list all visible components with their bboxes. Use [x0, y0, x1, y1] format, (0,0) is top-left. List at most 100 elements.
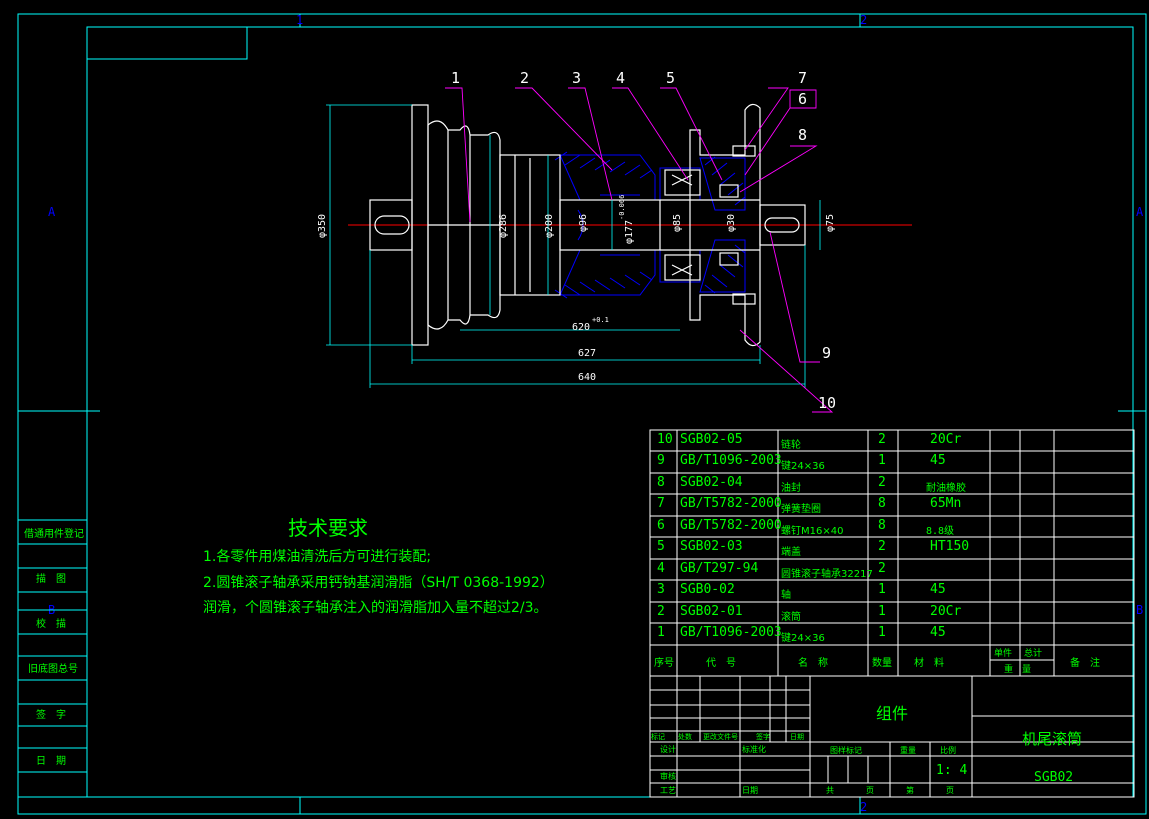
bom-row-1-material: 45: [930, 625, 946, 640]
bearing-bottom: [664, 254, 701, 281]
strip-date: 日 期: [36, 755, 66, 767]
drawing-number: SGB02: [1034, 770, 1074, 785]
bom-row-3-code: SGB0-02: [680, 582, 735, 597]
bom-row-8-code: SGB02-04: [680, 475, 743, 490]
dimension-lines: [326, 104, 821, 388]
zone-right-a: A: [1136, 205, 1144, 219]
bom-row-2-name: 滚筒: [781, 612, 801, 623]
dim-640: 640: [578, 372, 596, 383]
bom-row-4-code: GB/T297-94: [680, 561, 759, 576]
bom-row-1-name: 键24×36: [781, 633, 825, 644]
bom-row-6-material: 8.8级: [926, 526, 955, 537]
bom-row-7-code: GB/T5782-2000: [680, 496, 782, 511]
bom-row-4-name: 圆锥滚子轴承32217: [781, 569, 873, 580]
tech-line-1: 1.各零件用煤油清洗后方可进行装配;: [203, 549, 432, 565]
ratio-label: 比例: [940, 746, 956, 755]
bom-header-weight: 重 量: [1004, 665, 1032, 675]
zone-top-1: 1: [296, 13, 303, 27]
dim-d30: φ30: [726, 214, 737, 232]
assembly-label: 组件: [876, 704, 909, 723]
weight-label: 重量: [900, 746, 916, 755]
bom-header-qty: 数量: [872, 658, 892, 669]
dim-d200: φ200: [544, 214, 555, 238]
bom-row-3-name: 轴: [781, 590, 791, 601]
dim-tol177: -0.066: [618, 195, 626, 220]
process-label: 工艺: [660, 786, 676, 795]
bom-row-9-name: 键24×36: [781, 461, 825, 472]
bom-row-2-code: SGB02-01: [680, 604, 743, 619]
bom-row-10-no: 10: [657, 432, 673, 447]
bom-row-9-no: 9: [657, 453, 665, 468]
callout-3: 3: [572, 69, 581, 87]
rev-sign: 签字: [756, 733, 770, 741]
tech-line-3: 润滑，个圆锥滚子轴承注入的润滑脂加入量不超过2/3。: [203, 600, 548, 616]
bom-header-material: 材 料: [914, 658, 944, 669]
bom-row-10-code: SGB02-05: [680, 432, 743, 447]
zone-top-2: 2: [860, 13, 867, 27]
date-label: 日期: [742, 786, 758, 795]
bom-row-3-no: 3: [657, 582, 665, 597]
bom-row-8-name: 油封: [781, 483, 801, 494]
tech-line-2: 2.圆锥滚子轴承采用钙钠基润滑脂（SH/T 0368-1992）: [203, 575, 554, 591]
dim-d350: φ350: [317, 214, 328, 238]
callout-10: 10: [818, 394, 836, 412]
callout-1: 1: [451, 69, 460, 87]
bom-header-code: 代 号: [706, 658, 736, 669]
dim-d286: φ286: [498, 214, 509, 238]
bom-header-name: 名 称: [798, 658, 828, 669]
bom-row-1-no: 1: [657, 625, 665, 640]
design-label: 设计: [660, 745, 676, 754]
bom-row-5-no: 5: [657, 539, 665, 554]
cad-drawing: 1 2 2 A A B B 借通用件登记 描 图 校 描 旧底图总号 签 字 日…: [17, 13, 1147, 815]
bom-header-no: 序号: [654, 658, 674, 669]
total-sheets-label: 共: [826, 786, 834, 795]
bom-row-2-qty: 1: [878, 604, 886, 619]
bom-row-9-code: GB/T1096-2003: [680, 453, 782, 468]
bom-row-5-material: HT150: [930, 539, 970, 554]
bom-row-10-material: 20Cr: [930, 432, 962, 447]
tech-title: 技术要求: [288, 516, 368, 540]
scale-value: 1: 4: [936, 763, 968, 778]
bom-row-1-code: GB/T1096-2003: [680, 625, 782, 640]
part-name: 机尾滚筒: [1022, 730, 1083, 748]
bearing-top: [664, 169, 701, 196]
rev-mark: 标记: [651, 733, 665, 741]
bom-row-6-no: 6: [657, 518, 665, 533]
dim-tol620: +0.1: [592, 316, 609, 324]
rev-doc: 更改文件号: [703, 733, 738, 741]
oil-seal-top: [719, 184, 739, 198]
rev-date: 日期: [790, 733, 804, 741]
callout-9: 9: [822, 344, 831, 362]
bom-row-9-qty: 1: [878, 453, 886, 468]
bom-row-8-qty: 2: [878, 475, 886, 490]
zone-left-a: A: [48, 205, 56, 219]
bom-row-2-no: 2: [657, 604, 665, 619]
top-left-box: [86, 26, 248, 60]
callout-2: 2: [520, 69, 529, 87]
bom-row-4-qty: 2: [878, 561, 886, 576]
dim-d96: φ96: [578, 214, 589, 232]
strip-trace: 描 图: [36, 572, 66, 585]
bom-row-6-qty: 8: [878, 518, 886, 533]
callout-5: 5: [666, 69, 675, 87]
review-label: 审核: [660, 772, 676, 781]
std-label: 标准化: [742, 745, 766, 754]
callout-4: 4: [616, 69, 625, 87]
bom-row-6-name: 螺钉M16×40: [781, 526, 844, 537]
zone-bottom-2: 2: [860, 800, 867, 814]
strip-check: 校 描: [36, 617, 66, 630]
outer-border: [17, 13, 1147, 815]
strip-register: 借通用件登记: [24, 527, 84, 540]
dim-d177: φ177: [624, 220, 635, 244]
page-label: 页: [946, 786, 954, 795]
bom-row-7-no: 7: [657, 496, 665, 511]
inner-border: [86, 26, 1134, 798]
bom-row-5-qty: 2: [878, 539, 886, 554]
dim-d75: φ75: [825, 214, 836, 232]
strip-old-no: 旧底图总号: [28, 662, 78, 675]
page-no-label: 第: [906, 786, 914, 795]
bom-row-2-material: 20Cr: [930, 604, 962, 619]
bom-row-4-no: 4: [657, 561, 665, 576]
bom-row-3-material: 45: [930, 582, 946, 597]
zone-right-b: B: [1136, 603, 1143, 617]
